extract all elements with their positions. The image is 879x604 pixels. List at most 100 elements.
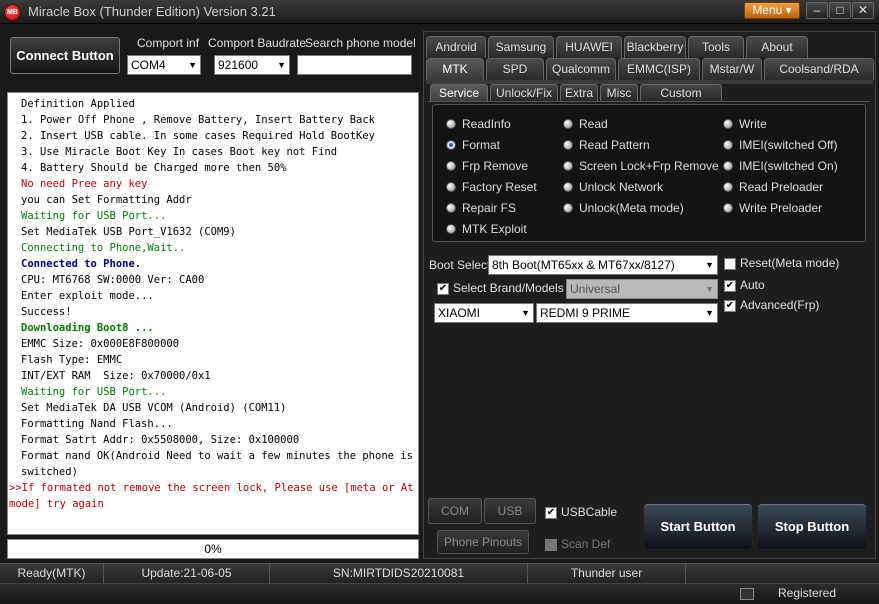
tab-mtk[interactable]: MTK <box>426 58 484 80</box>
select-brand-checkbox[interactable]: ✔ <box>437 283 449 295</box>
log-line: Downloading Boot8 ... <box>21 322 154 334</box>
radio-unlock-network[interactable]: Unlock Network <box>563 180 663 194</box>
baudrate-select[interactable]: 921600 ▼ <box>214 55 290 75</box>
radio-dot-icon <box>446 224 456 234</box>
radio-dot-icon <box>723 203 733 213</box>
scan-def-checkbox[interactable] <box>545 539 557 551</box>
advanced-frp-checkbox[interactable]: ✔ <box>724 300 736 312</box>
radio-dot-icon <box>446 161 456 171</box>
select-brand-label: Select Brand/Models <box>453 281 564 295</box>
subtab-service[interactable]: Service <box>430 84 488 102</box>
log-line: Definition Applied <box>21 98 135 110</box>
minimize-icon[interactable]: – <box>806 2 828 19</box>
tab-qualcomm[interactable]: Qualcomm <box>546 58 616 80</box>
radio-read-preloader[interactable]: Read Preloader <box>723 180 823 194</box>
radio-dot-icon <box>563 140 573 150</box>
phone-pinouts-button[interactable]: Phone Pinouts <box>437 530 529 554</box>
tab-samsung[interactable]: Samsung <box>488 36 554 58</box>
radio-dot-icon <box>446 203 456 213</box>
subtab-unlock-fix[interactable]: Unlock/Fix <box>490 84 558 102</box>
tab-android[interactable]: Android <box>426 36 486 58</box>
tab-mstar-w[interactable]: Mstar/W <box>702 58 762 80</box>
check-icon: ✔ <box>438 283 448 294</box>
log-line: No need Pree any key <box>21 178 148 190</box>
baudrate-label: Comport Baudrate <box>208 36 307 50</box>
reset-meta-label: Reset(Meta mode) <box>740 256 840 270</box>
start-button[interactable]: Start Button <box>643 503 753 550</box>
radio-read-pattern[interactable]: Read Pattern <box>563 138 650 152</box>
window-title: Miracle Box (Thunder Edition) Version 3.… <box>28 4 276 19</box>
tab-coolsand-rda[interactable]: Coolsand/RDA <box>764 58 874 80</box>
tab-blackberry[interactable]: Blackberry <box>624 36 686 58</box>
tab-tools[interactable]: Tools <box>688 36 744 58</box>
brand-select[interactable]: XIAOMI ▼ <box>434 303 534 323</box>
log-line: Connected to Phone. <box>21 258 142 270</box>
log-line: 3. Use Miracle Boot Key In cases Boot ke… <box>21 146 338 158</box>
usbcable-label: USBCable <box>561 505 618 519</box>
auto-checkbox[interactable]: ✔ <box>724 280 736 292</box>
chevron-down-icon: ▼ <box>705 260 714 270</box>
radio-format[interactable]: Format <box>446 138 500 152</box>
radio-label: MTK Exploit <box>462 222 527 236</box>
radio-readinfo[interactable]: ReadInfo <box>446 117 511 131</box>
radio-repair-fs[interactable]: Repair FS <box>446 201 516 215</box>
radio-write-preloader[interactable]: Write Preloader <box>723 201 822 215</box>
reset-meta-checkbox[interactable] <box>724 258 736 270</box>
usbcable-checkbox[interactable]: ✔ <box>545 507 557 519</box>
radio-imei-switched-on-[interactable]: IMEI(switched On) <box>723 159 838 173</box>
log-line: CPU: MT6768 SW:0000 Ver: CA00 <box>21 274 205 286</box>
radio-label: IMEI(switched Off) <box>739 138 838 152</box>
registered-label: Registered <box>778 586 837 600</box>
restore-icon[interactable]: □ <box>829 2 851 19</box>
radio-screen-lock-frp-remove[interactable]: Screen Lock+Frp Remove <box>563 159 719 173</box>
log-output: Definition Applied 1. Power Off Phone , R… <box>7 92 419 535</box>
radio-read[interactable]: Read <box>563 117 608 131</box>
radio-label: Screen Lock+Frp Remove <box>579 159 719 173</box>
tab-huawei[interactable]: HUAWEI <box>556 36 622 58</box>
close-icon[interactable]: ✕ <box>852 2 874 19</box>
brand-value: XIAOMI <box>438 306 481 320</box>
chevron-down-icon: ▼ <box>277 60 286 70</box>
boot-select-label: Boot Select: <box>429 258 494 272</box>
auto-label: Auto <box>740 278 765 292</box>
status-bar-bottom: Registered <box>0 583 879 604</box>
com-scan-button[interactable]: COM Scan <box>428 498 482 542</box>
subtab-misc[interactable]: Misc <box>600 84 638 102</box>
radio-write[interactable]: Write <box>723 117 767 131</box>
radio-unlock-meta-mode-[interactable]: Unlock(Meta mode) <box>563 201 684 215</box>
app-logo-icon: MB <box>4 4 21 21</box>
radio-label: Factory Reset <box>462 180 537 194</box>
search-phone-input[interactable] <box>297 55 412 75</box>
connect-button[interactable]: Connect Button <box>10 37 120 74</box>
radio-mtk-exploit[interactable]: MTK Exploit <box>446 222 527 236</box>
boot-select[interactable]: 8th Boot(MT65xx & MT67xx/8127) ▼ <box>488 255 718 275</box>
log-line: INT/EXT RAM Size: 0x70000/0x1 <box>21 370 211 382</box>
radio-label: Read Pattern <box>579 138 650 152</box>
tab-about[interactable]: About <box>746 36 808 58</box>
menu-button[interactable]: Menu ▾ <box>744 2 800 19</box>
radio-dot-icon <box>446 119 456 129</box>
model-select[interactable]: REDMI 9 PRIME ▼ <box>536 303 718 323</box>
status-empty <box>686 564 879 584</box>
progress-bar: 0% <box>7 539 419 559</box>
log-line: Waiting for USB Port... <box>21 386 167 398</box>
status-user: Thunder user <box>528 564 686 584</box>
radio-label: ReadInfo <box>462 117 511 131</box>
tab-spd[interactable]: SPD <box>486 58 544 80</box>
subtab-custom-setting[interactable]: Custom Setting <box>640 84 722 117</box>
radio-imei-switched-off-[interactable]: IMEI(switched Off) <box>723 138 837 152</box>
radio-frp-remove[interactable]: Frp Remove <box>446 159 528 173</box>
scan-def-label: Scan Def <box>561 537 611 551</box>
subtab-extra[interactable]: Extra <box>560 84 598 102</box>
status-mode: Ready(MTK) <box>0 564 104 584</box>
tab-emmc-isp-[interactable]: EMMC(ISP) <box>618 58 700 80</box>
usb-scan-button[interactable]: USB Scan <box>484 498 536 542</box>
comport-value: COM4 <box>131 58 166 72</box>
log-line: EMMC Size: 0x000E8F800000 <box>21 338 180 350</box>
stop-button[interactable]: Stop Button <box>757 503 867 550</box>
universal-select[interactable]: Universal ▼ <box>566 279 718 299</box>
comport-select[interactable]: COM4 ▼ <box>127 55 201 75</box>
log-line: Success! <box>21 306 72 318</box>
log-line: Formatting Nand Flash... <box>21 418 173 430</box>
radio-factory-reset[interactable]: Factory Reset <box>446 180 537 194</box>
